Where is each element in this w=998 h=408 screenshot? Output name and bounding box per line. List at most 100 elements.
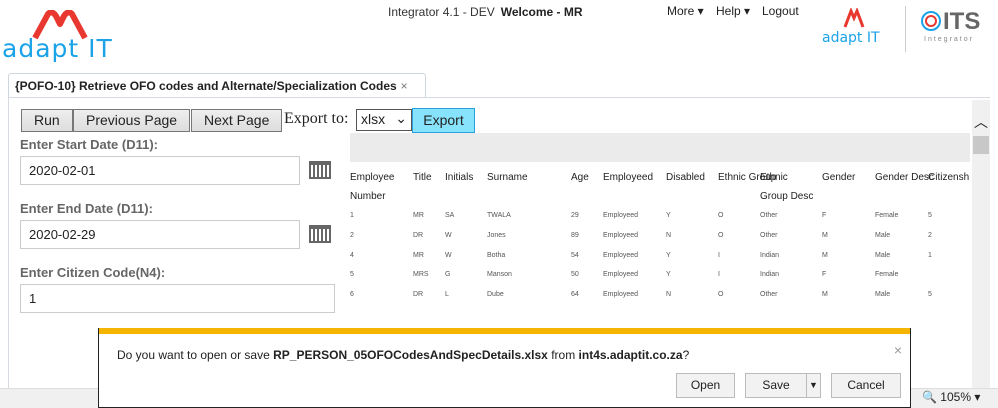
table-cell: 2: [350, 232, 354, 239]
table-cell: Y: [666, 212, 671, 219]
table-cell: Indian: [760, 271, 780, 278]
start-date-label: Enter Start Date (D11):: [20, 137, 158, 152]
table-cell: I: [718, 252, 720, 259]
table-cell: F: [822, 271, 827, 278]
menu-logout[interactable]: Logout: [762, 4, 799, 18]
table-cell: I: [718, 271, 720, 278]
table-cell: 50: [571, 271, 579, 278]
export-to-label: Export to:: [284, 110, 349, 127]
table-cell: DR: [413, 291, 424, 298]
table-cell: TWALA: [487, 212, 511, 219]
calendar-icon[interactable]: [309, 225, 331, 243]
adapt-it-logo-small: adapt IT: [822, 8, 892, 50]
end-date-input[interactable]: 2020-02-29: [20, 220, 300, 249]
table-cell: 1: [928, 252, 932, 259]
table-cell: O: [718, 232, 724, 239]
zoom-icon: 🔍: [922, 390, 937, 404]
next-page-button[interactable]: Next Page: [191, 109, 283, 132]
tab-pofo-10[interactable]: {POFO-10} Retrieve OFO codes and Alterna…: [8, 73, 426, 98]
column-header: Employee Number: [350, 172, 395, 202]
table-cell: 29: [571, 212, 579, 219]
dialog-close-icon[interactable]: ×: [894, 342, 902, 358]
table-cell: 5: [928, 291, 932, 298]
citizen-code-label: Enter Citizen Code(N4):: [20, 265, 166, 280]
column-header: Disabled: [666, 172, 705, 183]
end-date-label: Enter End Date (D11):: [20, 201, 153, 216]
table-cell: Male: [875, 252, 891, 259]
table-cell: 1: [350, 212, 354, 219]
table-cell: Y: [666, 252, 671, 259]
cancel-button[interactable]: Cancel: [831, 373, 901, 398]
adapt-it-logo: adapt IT: [2, 10, 157, 63]
table-cell: Manson: [487, 271, 512, 278]
table-cell: Male: [875, 291, 891, 298]
table-cell: N: [666, 232, 672, 239]
table-cell: W: [445, 232, 452, 239]
table-cell: 5: [928, 212, 932, 219]
table-cell: 2: [928, 232, 932, 239]
table-cell: 5: [350, 271, 354, 278]
table-cell: N: [666, 291, 672, 298]
menu-more[interactable]: More ▾: [667, 4, 704, 18]
table-cell: Y: [666, 271, 671, 278]
save-button[interactable]: Save: [745, 373, 807, 398]
start-date-input[interactable]: 2020-02-01: [20, 156, 300, 185]
menu-help[interactable]: Help ▾: [716, 4, 750, 18]
table-cell: Employeed: [603, 291, 639, 298]
its-logo: ITS Integrator: [920, 8, 992, 48]
column-header: Surname: [487, 172, 528, 183]
table-cell: Employeed: [603, 271, 639, 278]
table-cell: Female: [875, 212, 899, 219]
table-cell: MR: [413, 212, 424, 219]
table-cell: M: [822, 232, 828, 239]
table-cell: MR: [413, 252, 424, 259]
vertical-scrollbar[interactable]: ︿: [972, 100, 990, 408]
table-cell: Employeed: [603, 232, 639, 239]
dialog-message: Do you want to open or save RP_PERSON_05…: [117, 348, 690, 362]
column-header: Employeed: [603, 172, 654, 183]
column-header: Gender Desc: [875, 172, 934, 183]
table-cell: Other: [760, 212, 778, 219]
scroll-up-icon[interactable]: ︿: [972, 112, 990, 132]
table-cell: MRS: [413, 271, 429, 278]
column-header: Ethnic Group Desc: [760, 172, 814, 202]
table-cell: 4: [350, 252, 354, 259]
calendar-icon[interactable]: [309, 161, 331, 179]
table-cell: Indian: [760, 252, 780, 259]
zoom-control[interactable]: 🔍 105% ▾: [922, 390, 980, 404]
column-header: Gender: [822, 172, 856, 183]
divider: [905, 6, 906, 52]
table-cell: Jones: [487, 232, 506, 239]
tab-close-icon[interactable]: ×: [401, 79, 408, 93]
run-button[interactable]: Run: [21, 109, 73, 132]
table-cell: Employeed: [603, 212, 639, 219]
previous-page-button[interactable]: Previous Page: [73, 109, 191, 132]
its-target-icon: [921, 11, 941, 31]
table-cell: 54: [571, 252, 579, 259]
save-options-dropdown[interactable]: ▼: [806, 373, 821, 398]
scroll-thumb[interactable]: [973, 136, 989, 154]
app-title: Integrator 4.1 - DEV Welcome - MR: [388, 5, 583, 19]
table-cell: M: [822, 291, 828, 298]
table-cell: Male: [875, 232, 891, 239]
download-dialog: Do you want to open or save RP_PERSON_05…: [98, 328, 911, 408]
table-cell: Employeed: [603, 252, 639, 259]
export-format-select[interactable]: xlsx ⌄: [356, 109, 412, 131]
table-cell: O: [718, 212, 724, 219]
welcome-text: Welcome - MR: [500, 5, 583, 19]
dialog-accent-bar: [99, 328, 910, 334]
table-cell: Botha: [487, 252, 506, 259]
table-cell: W: [445, 252, 452, 259]
table-cell: 6: [350, 291, 354, 298]
open-button[interactable]: Open: [676, 373, 735, 398]
column-header: Citizensh: [928, 172, 970, 183]
export-button[interactable]: Export: [412, 108, 475, 133]
table-cell: O: [718, 291, 724, 298]
table-cell: 64: [571, 291, 579, 298]
table-cell: F: [822, 212, 827, 219]
citizen-code-input[interactable]: 1: [20, 284, 335, 313]
table-cell: DR: [413, 232, 424, 239]
table-cell: Other: [760, 291, 778, 298]
table-cell: M: [822, 252, 828, 259]
table-cell: Dube: [487, 291, 504, 298]
